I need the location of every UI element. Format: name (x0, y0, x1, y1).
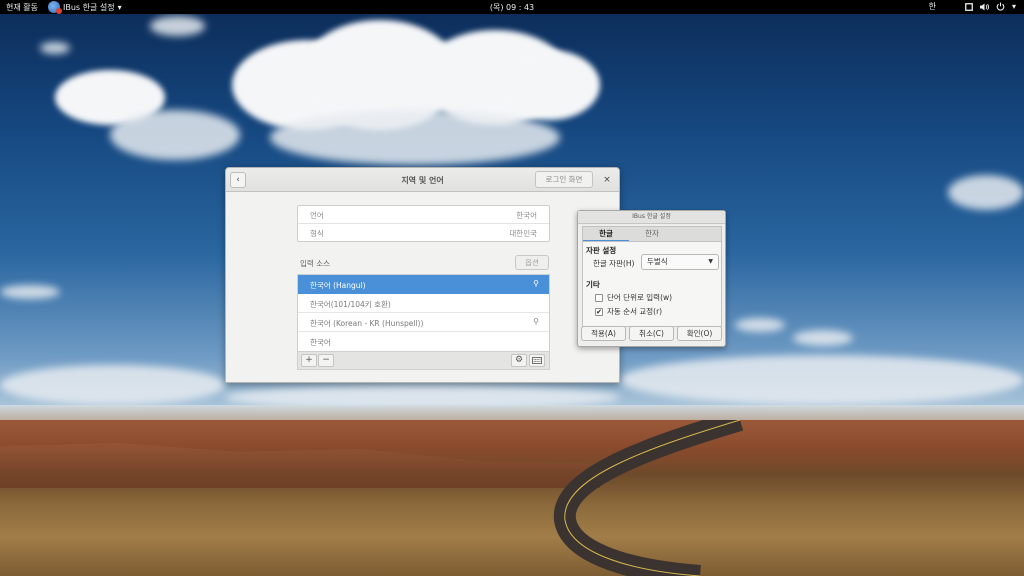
settings-key-icon[interactable]: ⚲ (533, 279, 539, 288)
input-source-label: 한국어(101/104키 호환) (310, 300, 391, 309)
keyboard-layout-select[interactable]: 두벌식 ▼ (641, 254, 719, 270)
close-icon: × (603, 175, 611, 185)
formats-value: 대한민국 (509, 229, 537, 238)
input-source-list: 한국어 (Hangul) ⚲ 한국어(101/104키 호환) 한국어 (Kor… (297, 274, 550, 370)
misc-section-heading: 기타 (586, 280, 600, 289)
auto-reorder-label: 자동 순서 교정(r) (607, 307, 663, 316)
list-item[interactable]: 한국어 (298, 332, 549, 351)
chevron-down-icon[interactable]: ▾ (1012, 2, 1016, 11)
auto-reorder-checkbox[interactable]: ✔ (595, 307, 603, 316)
keyboard-layout-section-heading: 자판 설정 (586, 246, 617, 255)
chevron-down-icon: ▾ (117, 2, 122, 12)
input-source-toolbar: + − ⚙ (298, 351, 549, 369)
input-method-indicator[interactable]: 한 (929, 1, 936, 12)
volume-icon[interactable] (979, 1, 990, 12)
window-icon[interactable] (964, 1, 974, 12)
back-arrow-icon: ‹ (236, 175, 240, 185)
clock[interactable]: (목) 09 : 43 (490, 3, 534, 12)
chevron-down-icon: ▼ (708, 258, 713, 265)
close-button[interactable]: × (601, 174, 613, 186)
cloud (793, 330, 853, 346)
input-source-settings-button[interactable]: ⚙ (511, 354, 527, 367)
cloud (0, 285, 60, 299)
language-format-box: 언어 한국어 형식 대한민국 (297, 205, 550, 242)
language-label: 언어 (310, 211, 324, 220)
cloud (620, 355, 1024, 405)
input-source-label: 한국어 (Korean - KR (Hunspell)) (310, 319, 424, 328)
keyboard-icon (532, 357, 542, 364)
list-item[interactable]: 한국어 (Hangul) ⚲ (298, 275, 549, 294)
cloud (0, 365, 225, 405)
hangul-tab-panel: 자판 설정 한글 자판(H) 두벌식 ▼ 기타 단어 단위로 입력(w) ✔ 자… (582, 241, 722, 327)
ibus-app-icon (48, 1, 62, 14)
cloud (735, 318, 785, 332)
dialog-title: IBus 한글 설정 (578, 211, 725, 224)
input-source-label: 한국어 (Hangul) (310, 281, 366, 290)
cloud (948, 175, 1024, 210)
options-button[interactable]: 옵션 (515, 255, 549, 270)
system-tray: 한 ▾ (929, 1, 1016, 12)
app-menu-label: IBus 한글 설정 (63, 2, 115, 12)
language-value: 한국어 (516, 211, 537, 220)
language-row[interactable]: 언어 한국어 (298, 206, 549, 224)
region-language-window: ‹ 지역 및 언어 로그인 화면 × 언어 한국어 형식 대한민국 입력 소스 … (225, 167, 620, 383)
tab-bar: 한글 한자 (582, 226, 722, 242)
input-source-label: 한국어 (310, 338, 331, 347)
cloud (270, 110, 560, 165)
gear-icon: ⚙ (514, 355, 524, 365)
wallpaper-road (553, 420, 744, 576)
auto-reorder-checkbox-row[interactable]: ✔ 자동 순서 교정(r) (595, 306, 662, 317)
word-commit-label: 단어 단위로 입력(w) (607, 293, 673, 302)
tab-hangul[interactable]: 한글 (583, 227, 629, 242)
cloud (40, 42, 70, 54)
clock-container: (목) 09 : 43 (0, 2, 1024, 13)
top-bar: 현재 활동 IBus 한글 설정 ▾ (목) 09 : 43 한 ▾ (0, 0, 1024, 14)
app-menu[interactable]: IBus 한글 설정 ▾ (48, 1, 122, 14)
word-commit-checkbox-row[interactable]: 단어 단위로 입력(w) (595, 292, 672, 303)
list-item[interactable]: 한국어 (Korean - KR (Hunspell)) ⚲ (298, 313, 549, 332)
back-button[interactable]: ‹ (230, 172, 246, 188)
remove-input-source-button[interactable]: − (318, 354, 334, 367)
formats-row[interactable]: 형식 대한민국 (298, 224, 549, 242)
list-item[interactable]: 한국어(101/104키 호환) (298, 294, 549, 313)
activities-button[interactable]: 현재 활동 (6, 2, 38, 13)
window-title: 지역 및 언어 (401, 176, 444, 185)
keyboard-layout-value: 두벌식 (647, 257, 668, 266)
tab-hanja[interactable]: 한자 (629, 227, 675, 242)
cancel-button[interactable]: 취소(C) (629, 326, 674, 341)
cloud (150, 16, 205, 36)
cloud (110, 110, 240, 160)
keyboard-layout-label: 한글 자판(H) (593, 259, 635, 268)
power-icon[interactable] (996, 1, 1006, 12)
add-input-source-button[interactable]: + (301, 354, 317, 367)
window-header: ‹ 지역 및 언어 로그인 화면 × (226, 168, 619, 192)
login-screen-button[interactable]: 로그인 화면 (535, 171, 593, 188)
apply-button[interactable]: 적용(A) (581, 326, 626, 341)
settings-key-icon[interactable]: ⚲ (533, 317, 539, 326)
show-keyboard-layout-button[interactable] (529, 354, 545, 367)
ok-button[interactable]: 확인(O) (677, 326, 722, 341)
formats-label: 형식 (310, 229, 324, 238)
word-commit-checkbox[interactable] (595, 293, 603, 302)
input-sources-heading: 입력 소스 (300, 259, 330, 268)
ibus-hangul-setup-dialog: IBus 한글 설정 한글 한자 자판 설정 한글 자판(H) 두벌식 ▼ 기타… (577, 210, 726, 347)
cloud (500, 50, 600, 120)
